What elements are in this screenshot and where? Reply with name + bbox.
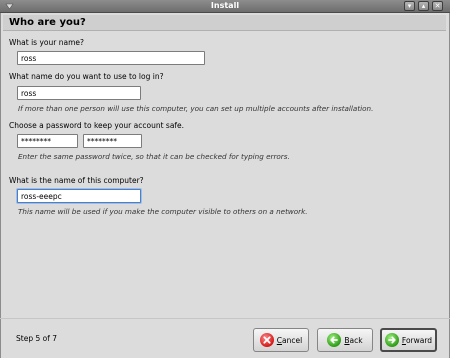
confirm-password-field[interactable]: ******** <box>83 134 142 148</box>
maximize-icon[interactable]: ▴ <box>418 1 429 11</box>
full-name-field[interactable]: ross <box>17 51 205 65</box>
page-title: Who are you? <box>9 17 86 28</box>
password-label: Choose a password to keep your account s… <box>9 121 185 130</box>
computer-name-label: What is the name of this computer? <box>9 176 144 185</box>
computer-name-field[interactable]: ross-eeepc <box>17 189 141 203</box>
close-icon[interactable]: ✕ <box>432 1 443 11</box>
minimize-icon[interactable]: ▾ <box>404 1 415 11</box>
cancel-icon <box>259 333 274 347</box>
forward-label: Forward <box>401 335 433 345</box>
computer-name-hint: This name will be used if you make the c… <box>18 207 308 216</box>
forward-arrow-icon <box>384 333 399 347</box>
window-title: Install <box>210 1 240 10</box>
title-bar[interactable]: Install ▾ ▴ ✕ <box>0 0 450 13</box>
login-label: What name do you want to use to log in? <box>9 72 164 81</box>
step-indicator: Step 5 of 7 <box>16 334 58 343</box>
page-header: Who are you? <box>3 15 446 31</box>
username-field[interactable]: ross <box>17 86 141 100</box>
cancel-button[interactable]: Cancel <box>253 328 309 352</box>
password-hint: Enter the same password twice, so that i… <box>18 152 290 161</box>
back-arrow-icon <box>327 333 342 347</box>
password-field[interactable]: ******** <box>17 134 78 148</box>
forward-button[interactable]: Forward <box>380 328 437 352</box>
footer-divider <box>0 318 450 319</box>
back-button[interactable]: Back <box>317 328 373 352</box>
login-hint: If more than one person will use this co… <box>18 104 374 113</box>
back-label: Back <box>344 335 363 345</box>
name-label: What is your name? <box>9 38 84 47</box>
cancel-label: Cancel <box>276 335 303 345</box>
